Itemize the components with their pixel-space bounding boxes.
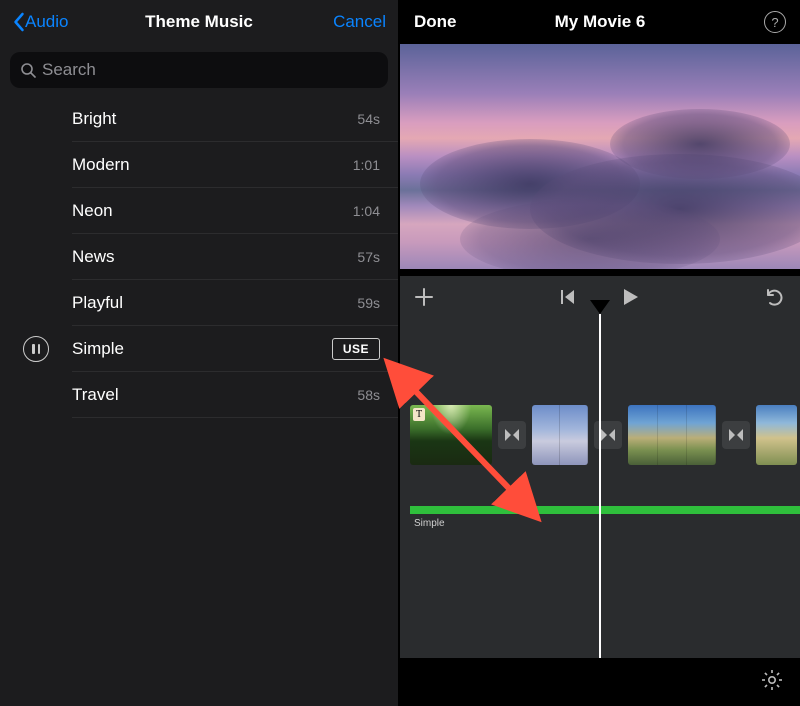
cancel-button[interactable]: Cancel	[333, 12, 386, 32]
track-row[interactable]: Neon 1:04	[0, 188, 398, 234]
track-name: Playful	[72, 293, 357, 313]
track-row[interactable]: News 57s	[0, 234, 398, 280]
track-name: Travel	[72, 385, 357, 405]
track-duration: 54s	[357, 111, 380, 127]
search-icon	[20, 62, 36, 78]
track-name: Neon	[72, 201, 353, 221]
pause-icon	[32, 344, 35, 354]
settings-button[interactable]	[760, 668, 784, 697]
track-duration: 1:01	[353, 157, 380, 173]
transition-icon	[600, 428, 616, 442]
use-button[interactable]: USE	[332, 338, 380, 360]
search-field[interactable]	[10, 52, 388, 88]
transition-button[interactable]	[498, 421, 526, 449]
done-button[interactable]: Done	[414, 12, 457, 32]
audio-track-label: Simple	[414, 518, 445, 529]
transition-icon	[728, 428, 744, 442]
track-name: Modern	[72, 155, 353, 175]
video-clip[interactable]: T	[410, 405, 492, 465]
video-clip[interactable]	[756, 405, 797, 465]
audio-track[interactable]	[410, 506, 800, 514]
help-button[interactable]: ?	[764, 11, 786, 33]
track-duration: 57s	[357, 249, 380, 265]
video-preview[interactable]	[400, 44, 800, 269]
video-clip[interactable]	[532, 405, 589, 465]
track-row[interactable]: Bright 54s	[0, 96, 398, 142]
undo-button[interactable]	[764, 287, 786, 307]
project-title: My Movie 6	[400, 12, 800, 32]
track-name: News	[72, 247, 357, 267]
chevron-left-icon	[12, 12, 25, 32]
transition-icon	[504, 428, 520, 442]
back-button[interactable]: Audio	[12, 12, 68, 32]
add-media-button[interactable]	[414, 287, 434, 307]
plus-icon	[414, 287, 434, 307]
undo-icon	[764, 287, 786, 307]
track-row[interactable]: Playful 59s	[0, 280, 398, 326]
bottom-bar	[400, 658, 800, 706]
track-list: Bright 54s Modern 1:01 Neon 1:04 Ne	[0, 96, 398, 418]
back-label: Audio	[25, 12, 68, 32]
track-duration: 1:04	[353, 203, 380, 219]
timeline[interactable]: T Simple	[400, 318, 800, 658]
track-name: Bright	[72, 109, 357, 129]
play-button[interactable]	[619, 286, 641, 308]
search-input[interactable]	[42, 60, 378, 80]
skip-back-button[interactable]	[559, 286, 577, 308]
track-row[interactable]: Modern 1:01	[0, 142, 398, 188]
playhead-marker-icon	[590, 300, 610, 314]
title-badge: T	[413, 408, 425, 421]
track-duration: 59s	[357, 295, 380, 311]
video-clip[interactable]	[628, 405, 716, 465]
track-duration: 58s	[357, 387, 380, 403]
gear-icon	[760, 668, 784, 692]
track-row[interactable]: Travel 58s	[0, 372, 398, 418]
pause-button[interactable]	[23, 336, 49, 362]
track-row-selected[interactable]: Simple USE	[0, 326, 398, 372]
play-icon	[619, 286, 641, 308]
track-name: Simple	[72, 339, 332, 359]
playhead[interactable]	[599, 314, 601, 658]
transition-button[interactable]	[722, 421, 750, 449]
skip-back-icon	[559, 288, 577, 306]
